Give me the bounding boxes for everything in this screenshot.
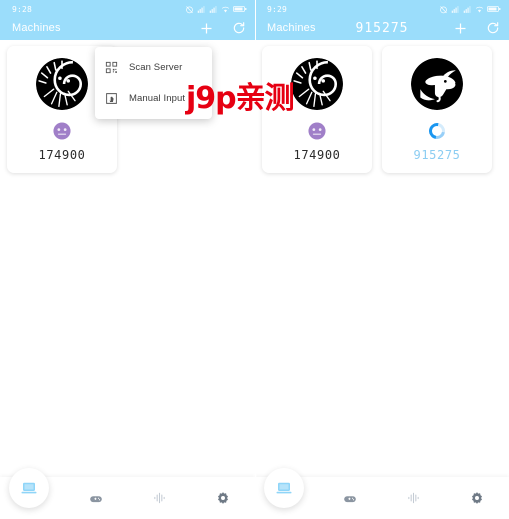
status-time: 9:28 <box>12 4 33 14</box>
alarm-off-icon <box>186 5 193 13</box>
card-status <box>425 114 449 148</box>
ammonite-cat-avatar <box>291 58 343 110</box>
status-bar-left: 9:28 <box>0 0 255 16</box>
nav-item-audio[interactable] <box>382 477 446 519</box>
gamepad-icon <box>89 496 102 503</box>
app-bar-right: Machines 915275 <box>255 16 509 40</box>
qr-scan-icon <box>105 61 118 74</box>
purple-mini-avatar <box>53 122 71 140</box>
status-bar-right: 9:29 <box>255 0 509 16</box>
menu-label: Scan Server <box>129 62 183 73</box>
nav-item-games[interactable] <box>64 477 128 519</box>
bottom-nav-left <box>0 468 255 519</box>
gear-icon <box>218 492 229 504</box>
card-status <box>53 114 71 148</box>
screen-right: 9:29 Machines 915275 174900 915275 <box>255 0 509 519</box>
battery-icon <box>487 6 501 12</box>
nav-item-audio[interactable] <box>128 477 192 519</box>
machine-card[interactable]: 915275 <box>382 46 492 173</box>
tap-input-icon <box>106 93 117 104</box>
waveform-icon <box>408 492 419 504</box>
nav-item-machines-active[interactable] <box>264 468 304 508</box>
machine-code: 174900 <box>293 148 341 162</box>
laptop-icon <box>21 482 37 494</box>
ammonite-cat-avatar <box>36 58 88 110</box>
refresh-icon[interactable] <box>486 21 500 35</box>
nav-item-machines-active[interactable] <box>9 468 49 508</box>
menu-label: Manual Input <box>129 93 186 104</box>
signal-icon <box>209 5 217 13</box>
app-bar-left: Machines <box>0 16 255 40</box>
loading-spinner <box>425 119 449 143</box>
machine-code: 915275 <box>413 148 461 162</box>
waveform-icon <box>154 492 165 504</box>
menu-item-manual-input[interactable]: Manual Input <box>95 83 212 114</box>
laptop-icon <box>276 482 292 494</box>
card-status <box>308 114 326 148</box>
screen-divider <box>255 0 256 519</box>
refresh-icon[interactable] <box>232 21 246 35</box>
goat-avatar <box>411 58 463 110</box>
machine-card[interactable]: 174900 <box>262 46 372 173</box>
machine-card-list-right: 174900 915275 <box>255 40 509 173</box>
wifi-icon <box>475 6 484 12</box>
signal-icon <box>463 5 471 13</box>
app-bar-actions <box>453 21 500 36</box>
status-icons <box>185 5 247 14</box>
gamepad-icon <box>344 496 357 503</box>
machine-code: 174900 <box>38 148 86 162</box>
app-bar-actions <box>199 21 246 36</box>
header-left: 9:28 Machines <box>0 0 255 40</box>
header-right: 9:29 Machines 915275 <box>255 0 509 40</box>
status-icons <box>439 5 501 14</box>
add-icon[interactable] <box>199 21 214 36</box>
alarm-off-icon <box>440 5 447 13</box>
status-time: 9:29 <box>267 4 288 14</box>
bottom-nav-right <box>255 468 509 519</box>
dual-screenshot-comparison: 9:28 Machines 174900 Scan Server Manual … <box>0 0 509 519</box>
battery-icon <box>233 6 247 12</box>
menu-item-scan-server[interactable]: Scan Server <box>95 52 212 83</box>
nav-item-settings[interactable] <box>446 477 509 519</box>
signal-icon <box>197 5 205 13</box>
nav-item-games[interactable] <box>319 477 383 519</box>
gear-icon <box>472 492 483 504</box>
nav-item-settings[interactable] <box>191 477 255 519</box>
screen-left: 9:28 Machines 174900 Scan Server Manual … <box>0 0 255 519</box>
wifi-icon <box>221 6 230 12</box>
page-title: Machines <box>267 22 316 34</box>
add-icon[interactable] <box>453 21 468 36</box>
add-machine-menu[interactable]: Scan Server Manual Input <box>95 47 212 119</box>
purple-mini-avatar <box>308 122 326 140</box>
signal-icon <box>451 5 459 13</box>
page-title: Machines <box>12 22 61 34</box>
